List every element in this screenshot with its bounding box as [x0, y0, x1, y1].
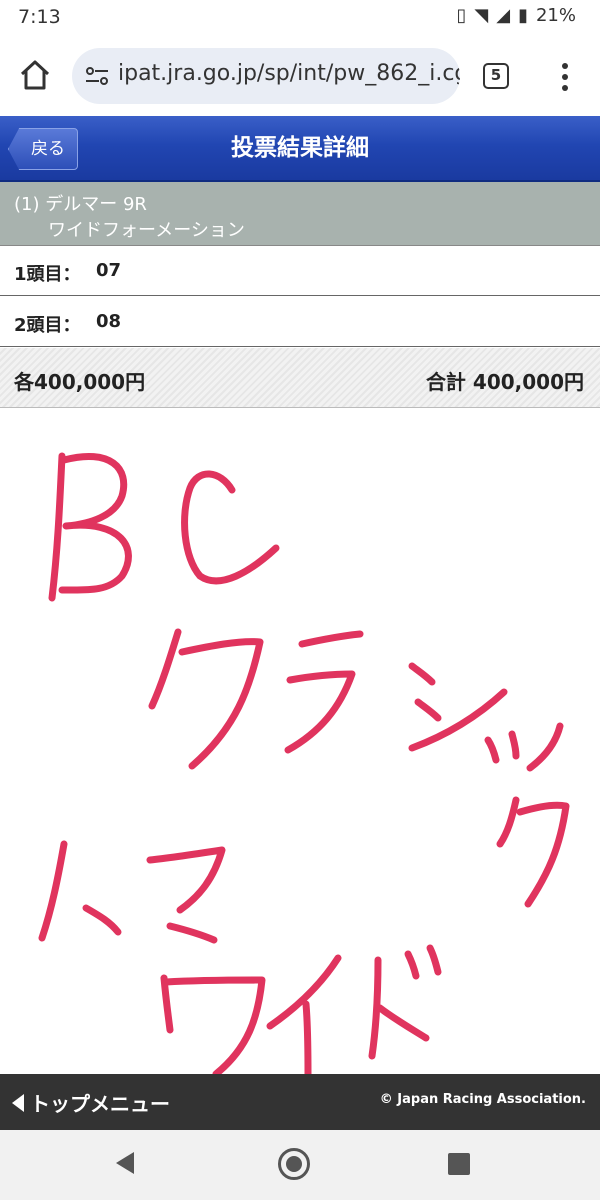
selection-value: 07: [96, 260, 122, 281]
selection-label: 1頭目：: [14, 264, 81, 285]
amount-total: 合計 400,000円: [425, 370, 584, 394]
status-icons: ▯ ◥ ◢ ▮ 21%: [456, 5, 576, 26]
page-header: 投票結果詳細 戻る: [0, 116, 600, 182]
status-time: 7:13: [18, 6, 61, 28]
race-name: (1) デルマー 9R: [14, 194, 147, 215]
bet-type: ワイドフォーメーション: [48, 220, 245, 241]
site-footer: トップメニュー © Japan Racing Association.: [0, 1074, 600, 1130]
battery-percent: 21%: [535, 5, 576, 26]
home-icon[interactable]: [18, 58, 52, 92]
nav-back-icon[interactable]: [116, 1152, 134, 1174]
handwriting-drawing: [38, 452, 570, 1074]
vibrate-icon: ▯: [456, 5, 467, 26]
top-menu-label: トップメニュー: [30, 1092, 170, 1116]
amount-each: 各400,000円: [14, 370, 146, 394]
status-bar: 7:13 ▯ ◥ ◢ ▮ 21%: [0, 0, 600, 36]
back-arrow-icon: [12, 1093, 24, 1112]
url-text: ipat.jra.go.jp/sp/int/pw_862_i.cg: [118, 61, 460, 86]
system-nav-bar: [0, 1130, 600, 1200]
race-info: (1) デルマー 9R ワイドフォーメーション: [0, 182, 600, 246]
tune-icon[interactable]: [84, 63, 110, 89]
browser-toolbar: ipat.jra.go.jp/sp/int/pw_862_i.cg 5: [0, 36, 600, 116]
selection-value: 08: [96, 311, 122, 332]
back-button[interactable]: 戻る: [8, 128, 78, 170]
more-vert-icon[interactable]: [557, 60, 573, 94]
selection-row-2: 2頭目： 08: [0, 297, 600, 347]
battery-icon: ▮: [518, 5, 528, 26]
top-menu-link[interactable]: トップメニュー: [12, 1088, 170, 1117]
page-title: 投票結果詳細: [231, 135, 369, 161]
nav-recents-icon[interactable]: [448, 1153, 470, 1175]
amount-row: 各400,000円 合計 400,000円: [0, 348, 600, 408]
copyright: © Japan Racing Association.: [379, 1092, 586, 1107]
tabs-icon[interactable]: 5: [483, 63, 509, 89]
url-bar[interactable]: ipat.jra.go.jp/sp/int/pw_862_i.cg: [72, 48, 460, 104]
selection-label: 2頭目：: [14, 315, 81, 336]
nav-home-icon[interactable]: [278, 1148, 310, 1180]
wifi-icon: ◥: [474, 5, 489, 26]
selection-row-1: 1頭目： 07: [0, 246, 600, 296]
signal-icon: ◢: [496, 5, 511, 26]
